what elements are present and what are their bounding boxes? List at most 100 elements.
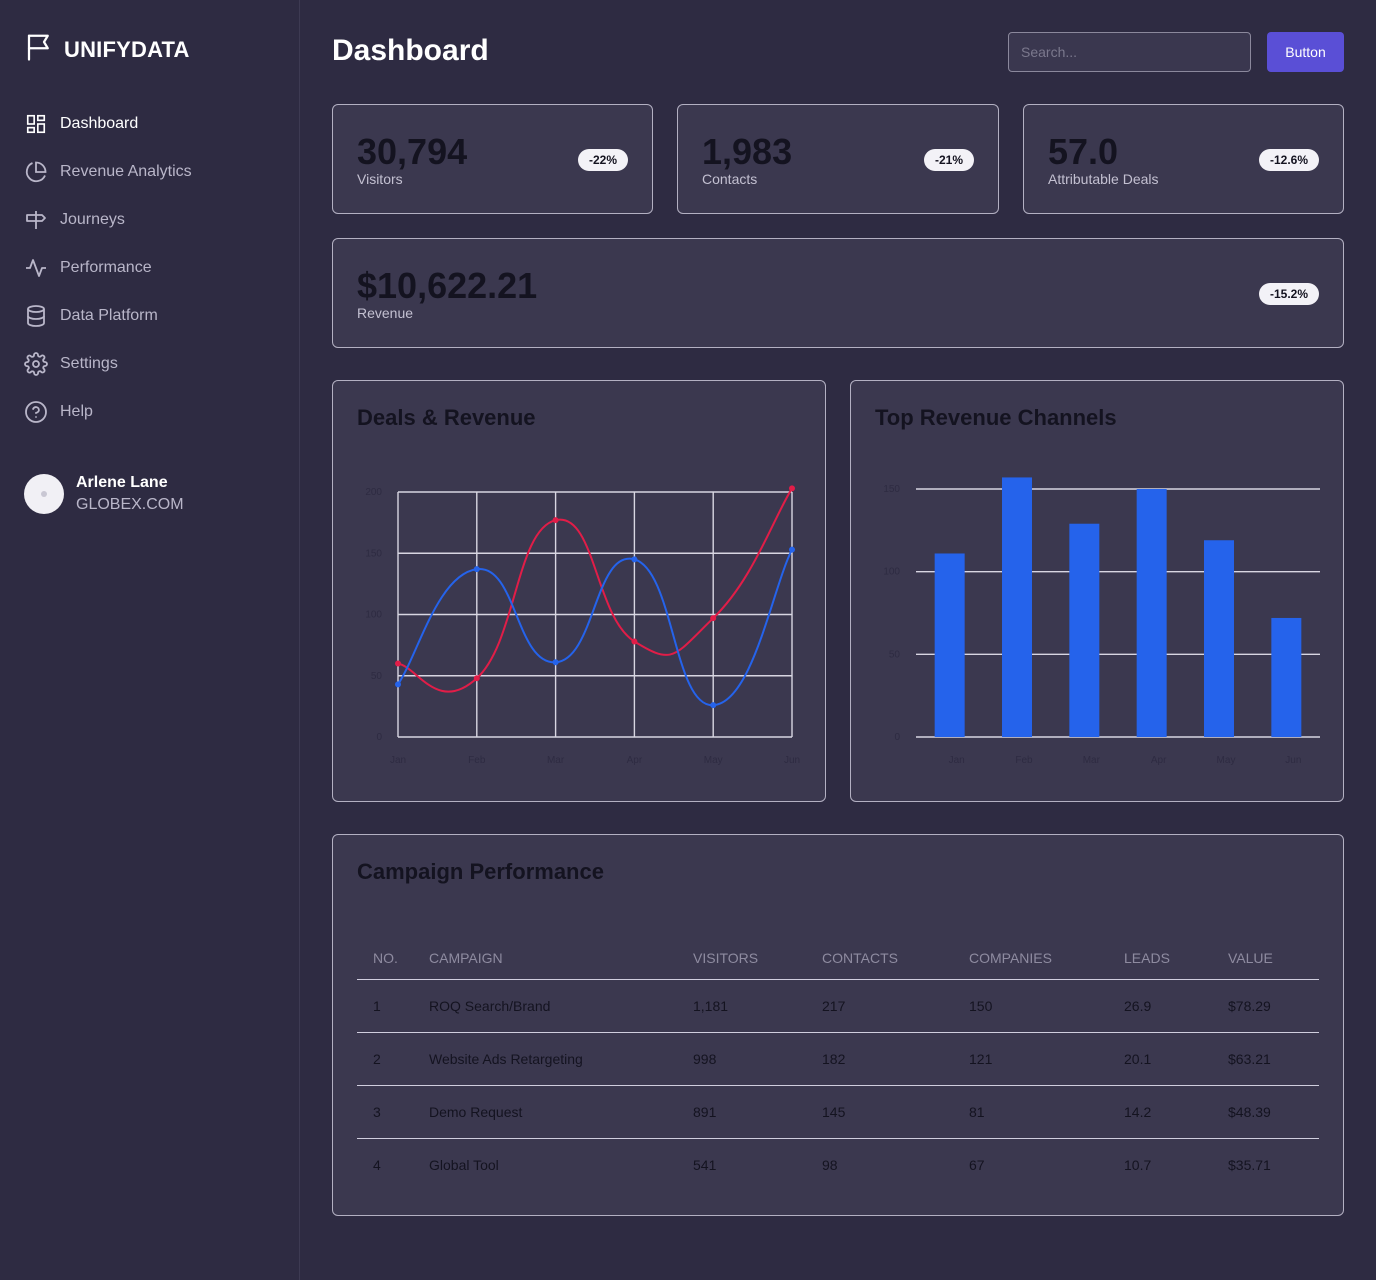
table-title: Campaign Performance: [357, 859, 604, 884]
table-cell: 541: [693, 1156, 717, 1173]
y-tick-label: 100: [883, 567, 900, 578]
stat-label: Revenue: [357, 305, 414, 321]
avatar: [24, 474, 64, 514]
stat-card-attributable-deals: 57.0 Attributable Deals -12.6%: [1023, 104, 1344, 214]
table-cell: 81: [953, 1085, 1108, 1139]
sidebar-item-settings[interactable]: Settings: [24, 340, 284, 388]
table-cell: 1,181: [677, 979, 806, 1033]
table-cell: 20.1: [1108, 1032, 1212, 1086]
table-cell: Global Tool: [429, 1156, 499, 1173]
table-row[interactable]: 3 Demo Request 891 145 81 14.2 $48.39: [357, 1085, 1319, 1139]
dashboard-grid-icon: [24, 112, 48, 136]
change-badge: -12.6%: [1258, 149, 1319, 171]
table-row[interactable]: 1 ROQ Search/Brand 1,181 217 150 26.9 $7…: [357, 979, 1319, 1033]
table-cell: 4: [373, 1156, 381, 1173]
sidebar-item-label: Settings: [60, 355, 118, 372]
gear-icon: [24, 352, 48, 376]
sidebar-item-label: Revenue Analytics: [60, 163, 192, 180]
column-header[interactable]: CONTACTS: [806, 937, 953, 980]
y-tick-label: 100: [365, 610, 382, 621]
column-header[interactable]: VALUE: [1212, 937, 1319, 980]
logo[interactable]: UNIFYDATA: [24, 32, 190, 67]
sidebar-item-journeys[interactable]: Journeys: [24, 196, 284, 244]
x-tick-label: Jan: [949, 755, 965, 766]
change-badge: -21%: [923, 149, 974, 171]
sidebar-item-data-platform[interactable]: Data Platform: [24, 292, 284, 340]
column-header[interactable]: NO.: [357, 937, 413, 980]
bar-chart: 0 50 100 150 Jan Feb Mar Apr May Jun: [883, 477, 1320, 766]
data-point: [395, 660, 401, 667]
pie-chart-icon: [24, 160, 48, 184]
data-point: [710, 702, 717, 709]
table-cell: Website Ads Retargeting: [413, 1032, 677, 1086]
sidebar-item-label: Journeys: [60, 211, 125, 228]
stat-card-revenue: $10,622.21 Revenue -15.2%: [332, 238, 1344, 348]
x-tick-label: Apr: [627, 755, 643, 766]
y-tick-label: 50: [889, 649, 901, 660]
y-tick-label: 200: [365, 487, 382, 498]
sidebar-item-label: Data Platform: [60, 307, 158, 324]
data-point: [631, 556, 638, 563]
x-tick-label: Feb: [468, 755, 486, 766]
user-name: Arlene Lane: [76, 474, 168, 491]
sidebar-item-performance[interactable]: Performance: [24, 244, 284, 292]
page-title: Dashboard: [332, 34, 489, 67]
data-point: [552, 517, 559, 524]
table-cell: 182: [806, 1032, 953, 1086]
table-header-row: NO. CAMPAIGN VISITORS CONTACTS COMPANIES…: [357, 937, 1319, 980]
database-icon: [24, 304, 48, 328]
table-cell: 14.2: [1108, 1085, 1212, 1139]
column-header[interactable]: LEADS: [1108, 937, 1212, 980]
data-point: [710, 615, 717, 622]
series-line-1: [397, 487, 793, 693]
table-cell: $78.29: [1212, 979, 1319, 1033]
table-cell: 67: [969, 1156, 985, 1173]
search-input[interactable]: [1008, 32, 1251, 72]
data-point: [473, 566, 480, 573]
x-tick-label: Jun: [1285, 755, 1301, 766]
column-header[interactable]: COMPANIES: [953, 937, 1108, 980]
bar-jan: [934, 553, 965, 737]
help-circle-icon: [24, 400, 48, 424]
primary-button[interactable]: Button: [1267, 32, 1344, 72]
column-header[interactable]: VISITORS: [677, 937, 806, 980]
sidebar-item-label: Dashboard: [60, 115, 139, 132]
table-cell: 2: [357, 1032, 413, 1086]
y-tick-label: 0: [894, 732, 900, 743]
table-cell: $48.39: [1212, 1085, 1319, 1139]
table-cell: 998: [677, 1032, 806, 1086]
table-cell: 121: [953, 1032, 1108, 1086]
x-tick-label: Feb: [1015, 755, 1033, 766]
sidebar-item-help[interactable]: Help: [24, 388, 284, 436]
table-cell: 98: [822, 1156, 838, 1173]
sidebar-nav: Dashboard Revenue Analytics Journeys Per…: [24, 100, 284, 436]
sidebar-item-label: Performance: [60, 259, 152, 276]
stat-card-visitors: 30,794 Visitors -22%: [332, 104, 653, 214]
stat-label: Visitors: [357, 171, 403, 187]
table-cell: 1: [357, 979, 413, 1033]
sidebar-item-revenue-analytics[interactable]: Revenue Analytics: [24, 148, 284, 196]
deals-revenue-panel: Deals & Revenue 0 50 100 150 200 Jan Feb Mar Apr…: [332, 380, 826, 802]
user-profile[interactable]: Arlene Lane GLOBEX.COM: [24, 474, 184, 514]
brand-name: UNIFYDATA: [64, 36, 190, 62]
column-header[interactable]: CAMPAIGN: [413, 937, 677, 980]
table-cell: 26.9: [1108, 979, 1212, 1033]
sidebar-item-dashboard[interactable]: Dashboard: [24, 100, 284, 148]
campaign-performance-panel: Campaign Performance NO. CAMPAIGN VISITO…: [332, 834, 1344, 1216]
stat-label: Attributable Deals: [1048, 171, 1159, 187]
table-cell: 3: [357, 1085, 413, 1139]
table-cell: Demo Request: [413, 1085, 677, 1139]
table-row[interactable]: 4 Global Tool 541 98 67 10.7 $35.71: [357, 1138, 1319, 1191]
data-point: [395, 681, 401, 688]
table-cell: ROQ Search/Brand: [413, 979, 677, 1033]
y-tick-label: 150: [365, 548, 382, 559]
table-cell: 891: [677, 1085, 806, 1139]
table-cell: 217: [806, 979, 953, 1033]
stat-card-contacts: 1,983 Contacts -21%: [677, 104, 999, 214]
change-badge: -22%: [577, 149, 628, 171]
top-revenue-channels-panel: Top Revenue Channels 0 50 100 150 Jan Feb Mar A…: [850, 380, 1344, 802]
table-cell: 10.7: [1124, 1156, 1152, 1173]
table-row[interactable]: 2 Website Ads Retargeting 998 182 121 20…: [357, 1032, 1319, 1086]
data-point: [552, 659, 559, 666]
data-point: [789, 485, 795, 492]
